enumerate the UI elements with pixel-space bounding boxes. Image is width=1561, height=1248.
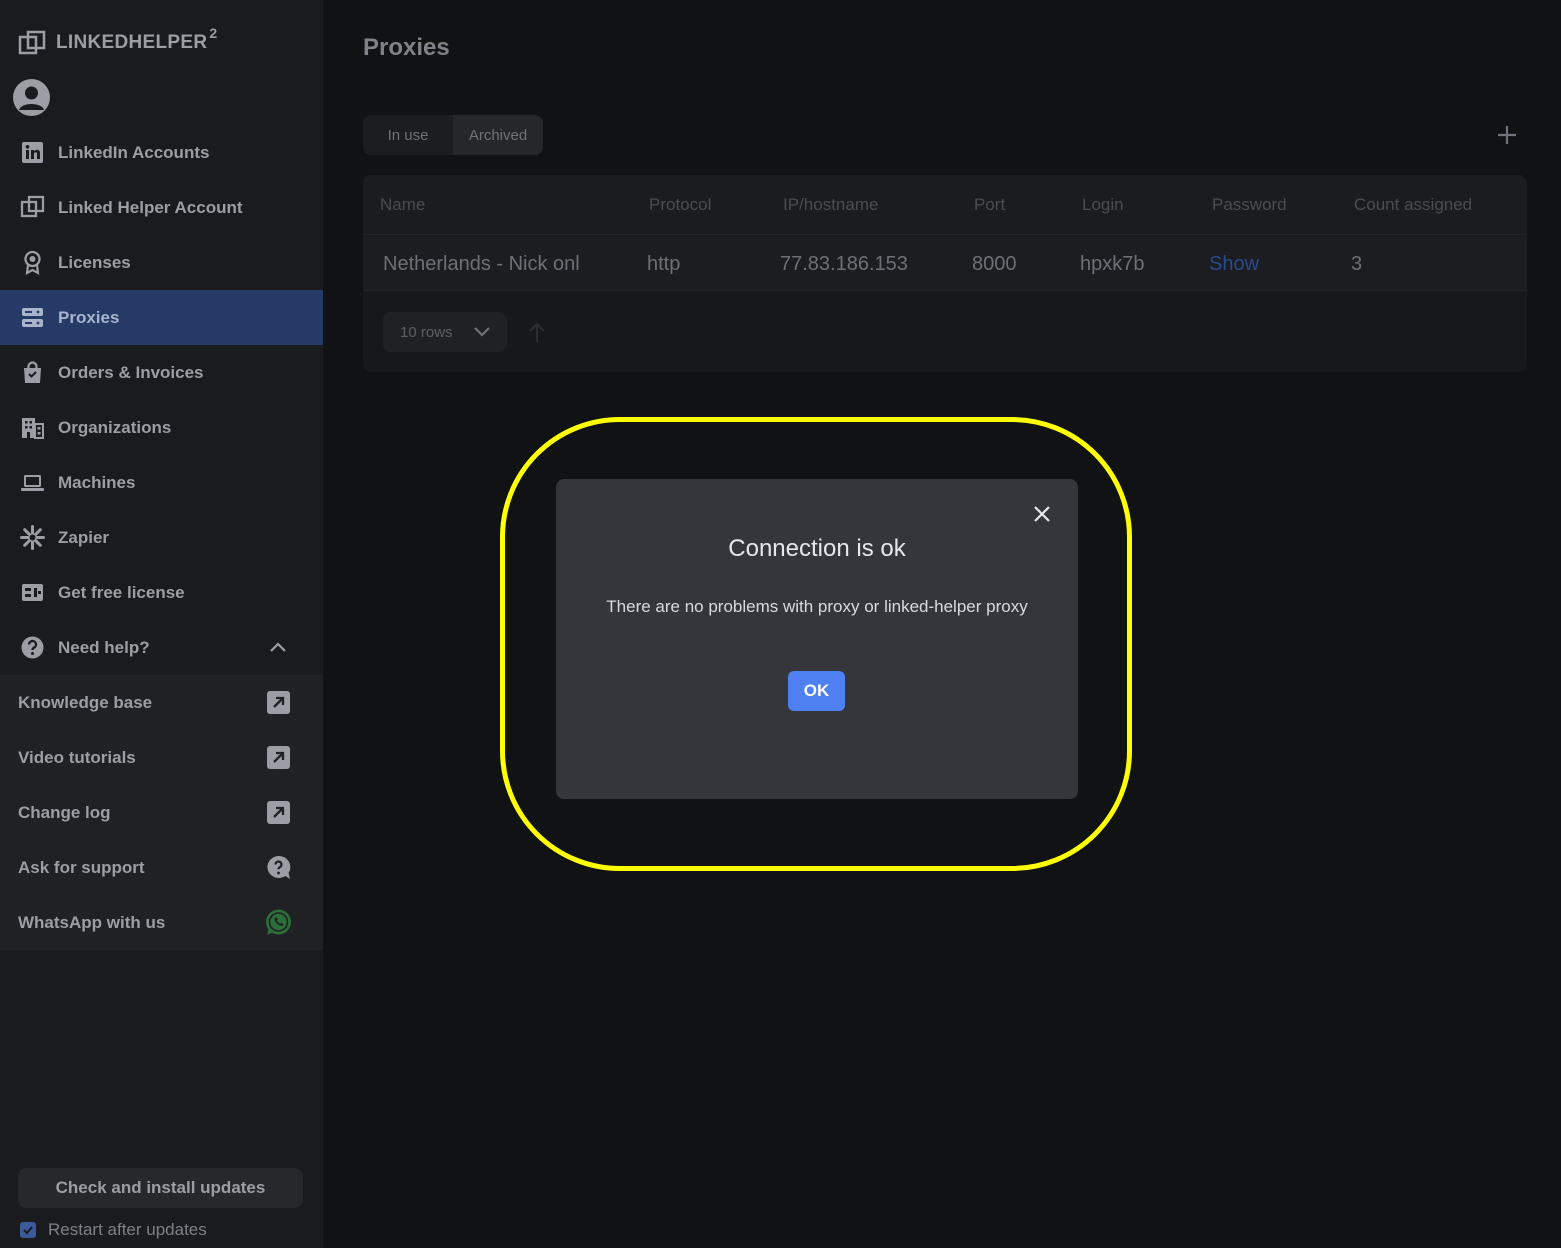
page-title: Proxies [363,34,450,61]
sidebar-item-label: Get free license [58,582,185,602]
column-protocol[interactable]: Protocol [649,195,711,215]
help-item-label: Change log [18,802,111,822]
sidebar-item-linked-helper-account[interactable]: Linked Helper Account [0,180,323,235]
proxy-tabs: In use Archived [363,115,543,155]
linkedin-icon [20,140,45,165]
help-item-knowledge-base[interactable]: Knowledge base [0,675,323,730]
help-item-label: Knowledge base [18,692,153,712]
rows-per-page-value: 10 rows [400,323,453,341]
help-item-whatsapp[interactable]: WhatsApp with us [0,895,323,950]
chevron-up-icon[interactable] [269,638,287,656]
award-icon [20,250,45,275]
column-port[interactable]: Port [974,195,1005,215]
sidebar-item-need-help[interactable]: Need help? [0,620,323,675]
cell-login: hpxk7b [1080,253,1145,275]
cell-protocol: http [647,253,681,275]
zapier-icon [20,525,45,550]
column-login[interactable]: Login [1082,195,1124,215]
sidebar-item-label: Organizations [58,417,172,437]
sidebar-item-zapier[interactable]: Zapier [0,510,323,565]
help-item-video-tutorials[interactable]: Video tutorials [0,730,323,785]
table-row[interactable]: Netherlands - Nick onl http 77.83.186.15… [363,236,1527,291]
ok-button[interactable]: OK [788,671,845,711]
brand[interactable]: LINKEDHELPER 2 [18,25,218,60]
dialog-title: Connection is ok [728,535,906,562]
avatar[interactable] [13,79,50,116]
tab-in-use[interactable]: In use [363,115,453,155]
table-header: Name Protocol IP/hostname Port Login Pas… [363,175,1527,235]
column-name[interactable]: Name [380,195,425,215]
shopping-bag-icon [20,360,45,385]
whatsapp-icon [266,909,291,935]
brand-name: LINKEDHELPER [56,32,208,53]
sidebar-item-label: LinkedIn Accounts [58,142,210,162]
linkedhelper-logo-icon [18,30,46,55]
sidebar-item-label: Zapier [58,527,110,547]
column-count-assigned[interactable]: Count assigned [1354,195,1472,215]
server-icon [20,305,45,330]
external-link-icon [267,801,290,824]
linkedhelper-logo-icon [20,195,45,220]
brand-superscript: 2 [209,25,218,41]
sidebar-nav: LinkedIn Accounts Linked Helper Account … [0,125,323,675]
help-submenu: Knowledge base Video tutorials Change lo… [0,675,323,950]
restart-label: Restart after updates [48,1220,207,1239]
cell-name: Netherlands - Nick onl [383,253,580,275]
sidebar-item-linkedin-accounts[interactable]: LinkedIn Accounts [0,125,323,180]
question-circle-icon [20,635,45,660]
sidebar-item-label: Licenses [58,252,131,272]
restart-after-updates[interactable]: Restart after updates [20,1220,207,1240]
column-ip-hostname[interactable]: IP/hostname [783,195,878,215]
help-item-change-log[interactable]: Change log [0,785,323,840]
dialog-message: There are no problems with proxy or link… [606,597,1028,616]
sidebar-item-label: Proxies [58,307,120,327]
building-icon [20,415,45,440]
sidebar-item-label: Linked Helper Account [58,197,243,217]
sidebar-item-label: Machines [58,472,136,492]
help-item-label: Ask for support [18,857,145,877]
sidebar-item-licenses[interactable]: Licenses [0,235,323,290]
help-item-label: Video tutorials [18,747,136,767]
proxies-table: Name Protocol IP/hostname Port Login Pas… [363,175,1527,372]
external-link-icon [267,746,290,769]
cell-count: 3 [1351,253,1363,275]
close-icon[interactable] [1032,504,1052,524]
question-bubble-icon [267,855,291,879]
sidebar-item-get-free-license[interactable]: Get free license [0,565,323,620]
show-password-link[interactable]: Show [1209,253,1259,276]
user-avatar-icon [19,86,44,110]
chevron-down-icon [474,327,490,337]
sidebar-item-orders-invoices[interactable]: Orders & Invoices [0,345,323,400]
add-proxy-icon[interactable] [1494,122,1520,148]
external-link-icon [267,691,290,714]
help-item-ask-for-support[interactable]: Ask for support [0,840,323,895]
check-icon [23,1226,33,1235]
cell-ip: 77.83.186.153 [780,253,908,275]
sidebar-item-label: Need help? [58,637,150,657]
column-password[interactable]: Password [1212,195,1287,215]
arrow-up-icon[interactable] [527,321,547,343]
gift-license-icon [20,580,45,605]
sidebar-item-label: Orders & Invoices [58,362,204,382]
connection-dialog: Connection is ok There are no problems w… [556,479,1078,799]
tab-archived[interactable]: Archived [453,115,543,155]
laptop-icon [20,470,45,495]
help-item-label: WhatsApp with us [18,912,166,932]
sidebar-item-machines[interactable]: Machines [0,455,323,510]
sidebar: LINKEDHELPER 2 LinkedIn Accounts Linked … [0,0,323,1248]
restart-checkbox[interactable] [20,1222,36,1238]
rows-per-page-select[interactable]: 10 rows [383,312,507,352]
app-root: LINKEDHELPER 2 LinkedIn Accounts Linked … [0,0,1561,1248]
sidebar-item-organizations[interactable]: Organizations [0,400,323,455]
sidebar-item-proxies[interactable]: Proxies [0,290,323,345]
cell-port: 8000 [972,253,1017,275]
check-updates-button[interactable]: Check and install updates [18,1168,303,1208]
